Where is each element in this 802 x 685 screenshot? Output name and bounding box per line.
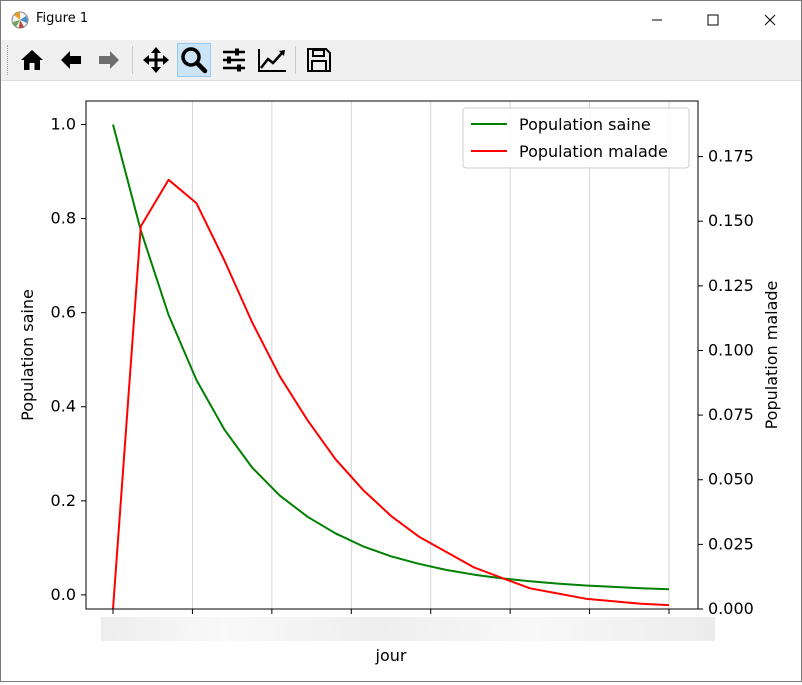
right-y-tick-label: 0.000 [708, 599, 754, 618]
left-y-axis: 0.0 0.2 0.4 0.6 0.8 1.0 [51, 115, 86, 604]
series-lines [112, 124, 670, 610]
toolbar-separator [295, 46, 296, 74]
close-button[interactable] [747, 1, 793, 39]
minimize-button[interactable] [634, 1, 680, 39]
back-icon [61, 51, 81, 69]
matplotlib-app-icon [11, 11, 29, 29]
forward-icon [99, 51, 119, 69]
toolbar-separator [132, 46, 133, 74]
toolbar-grip [7, 45, 10, 75]
x-tick-labels-blurred [101, 617, 715, 641]
pan-icon [143, 47, 169, 73]
left-y-tick-label: 0.0 [51, 585, 76, 604]
configure-subplots-button[interactable] [217, 43, 251, 77]
figure-window: Figure 1 0.0 0.2 0.4 0.6 0.8 1.0 0.000 0… [0, 0, 802, 682]
left-y-tick-label: 0.2 [51, 491, 76, 510]
right-y-tick-label: 0.050 [708, 470, 754, 489]
legend[interactable]: Population saine Population malade [462, 107, 690, 169]
configure-subplots-icon [223, 48, 245, 72]
edit-axes-button[interactable] [255, 43, 289, 77]
pan-button[interactable] [139, 43, 173, 77]
right-y-tick-label: 0.100 [708, 340, 754, 359]
right-y-axis-label: Population malade [762, 281, 781, 430]
home-button[interactable] [15, 43, 49, 77]
left-y-tick-label: 0.6 [51, 303, 76, 322]
save-icon [307, 48, 331, 72]
legend-label-malade: Population malade [519, 142, 668, 161]
left-y-tick-label: 0.8 [51, 209, 76, 228]
zoom-icon [181, 47, 208, 74]
series-line-saine [112, 124, 670, 591]
right-y-axis: 0.000 0.025 0.050 0.075 0.100 0.125 0.150 0.175 [698, 147, 754, 618]
title-bar[interactable]: Figure 1 [1, 1, 801, 39]
series-line-malade [112, 178, 670, 610]
back-button[interactable] [54, 43, 88, 77]
right-y-tick-label: 0.025 [708, 534, 754, 553]
x-axis [112, 609, 670, 614]
window-title: Figure 1 [36, 11, 89, 26]
zoom-button[interactable] [177, 43, 211, 77]
navigation-toolbar [1, 40, 801, 81]
edit-axes-icon [258, 49, 286, 72]
forward-button[interactable] [92, 43, 126, 77]
figure-canvas[interactable]: 0.0 0.2 0.4 0.6 0.8 1.0 0.000 0.025 0.050 0.075 0… [1, 81, 801, 681]
right-y-tick-label: 0.125 [708, 276, 754, 295]
save-button[interactable] [302, 43, 336, 77]
maximize-icon [707, 14, 719, 26]
x-axis-label: jour [375, 646, 407, 665]
minimize-icon [652, 19, 662, 21]
maximize-button[interactable] [690, 1, 736, 39]
grid-lines [191, 101, 670, 609]
chart[interactable]: 0.00.20.40.60.81.0 0.0000.0250.0500.0750… [1, 81, 801, 681]
close-icon [764, 14, 776, 26]
left-y-tick-label: 0.4 [51, 397, 76, 416]
right-y-tick-label: 0.150 [708, 211, 754, 230]
home-icon [21, 50, 43, 70]
right-y-tick-label: 0.175 [708, 147, 754, 166]
right-y-tick-label: 0.075 [708, 405, 754, 424]
legend-label-saine: Population saine [519, 115, 651, 134]
left-y-axis-label: Population saine [18, 289, 37, 421]
left-y-tick-label: 1.0 [51, 115, 76, 134]
axes-frame [85, 100, 699, 610]
